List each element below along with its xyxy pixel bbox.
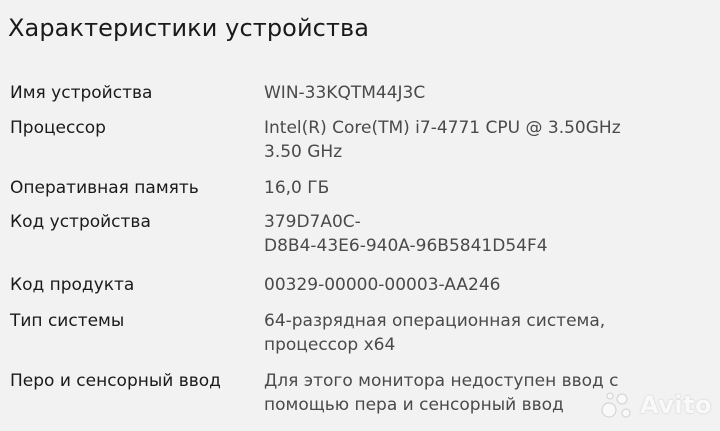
spec-value[interactable]: 64-разрядная операционная система, проце…	[264, 309, 704, 357]
spec-value[interactable]: 379D7A0C- D8B4-43E6-940A-96B5841D54F4	[264, 210, 704, 258]
spec-label: Имя устройства	[10, 83, 153, 103]
spec-label: Код устройства	[10, 212, 151, 232]
watermark-text: Avito	[639, 391, 712, 419]
spec-value[interactable]: WIN-33KQTM44J3C	[264, 81, 704, 105]
spec-value-line[interactable]: D8B4-43E6-940A-96B5841D54F4	[264, 234, 704, 258]
spec-value-line[interactable]: 64-разрядная операционная система,	[264, 309, 704, 333]
spec-label: Тип системы	[10, 311, 125, 331]
spec-value-line[interactable]: процессор x64	[264, 333, 704, 357]
spec-value-line[interactable]: Intel(R) Core(TM) i7-4771 CPU @ 3.50GHz	[264, 116, 704, 140]
device-specs-page: Характеристики устройства Имя устройства…	[0, 0, 720, 431]
spec-value[interactable]: 16,0 ГБ	[264, 176, 704, 200]
spec-value-line[interactable]: 00329-00000-00003-AA246	[264, 273, 704, 297]
spec-value[interactable]: Intel(R) Core(TM) i7-4771 CPU @ 3.50GHz …	[264, 116, 704, 164]
spec-value-line[interactable]: 3.50 GHz	[264, 140, 704, 164]
spec-value-line[interactable]: 379D7A0C-	[264, 210, 704, 234]
spec-label: Процессор	[10, 118, 106, 138]
spec-label: Перо и сенсорный ввод	[10, 371, 221, 391]
spec-label: Оперативная память	[10, 178, 199, 198]
page-title: Характеристики устройства	[8, 14, 370, 42]
spec-label: Код продукта	[10, 275, 135, 295]
avito-watermark: Avito	[600, 389, 712, 421]
avito-dots-icon	[601, 392, 631, 418]
spec-value[interactable]: 00329-00000-00003-AA246	[264, 273, 704, 297]
spec-value-line[interactable]: WIN-33KQTM44J3C	[264, 81, 704, 105]
spec-value-line[interactable]: 16,0 ГБ	[264, 176, 704, 200]
